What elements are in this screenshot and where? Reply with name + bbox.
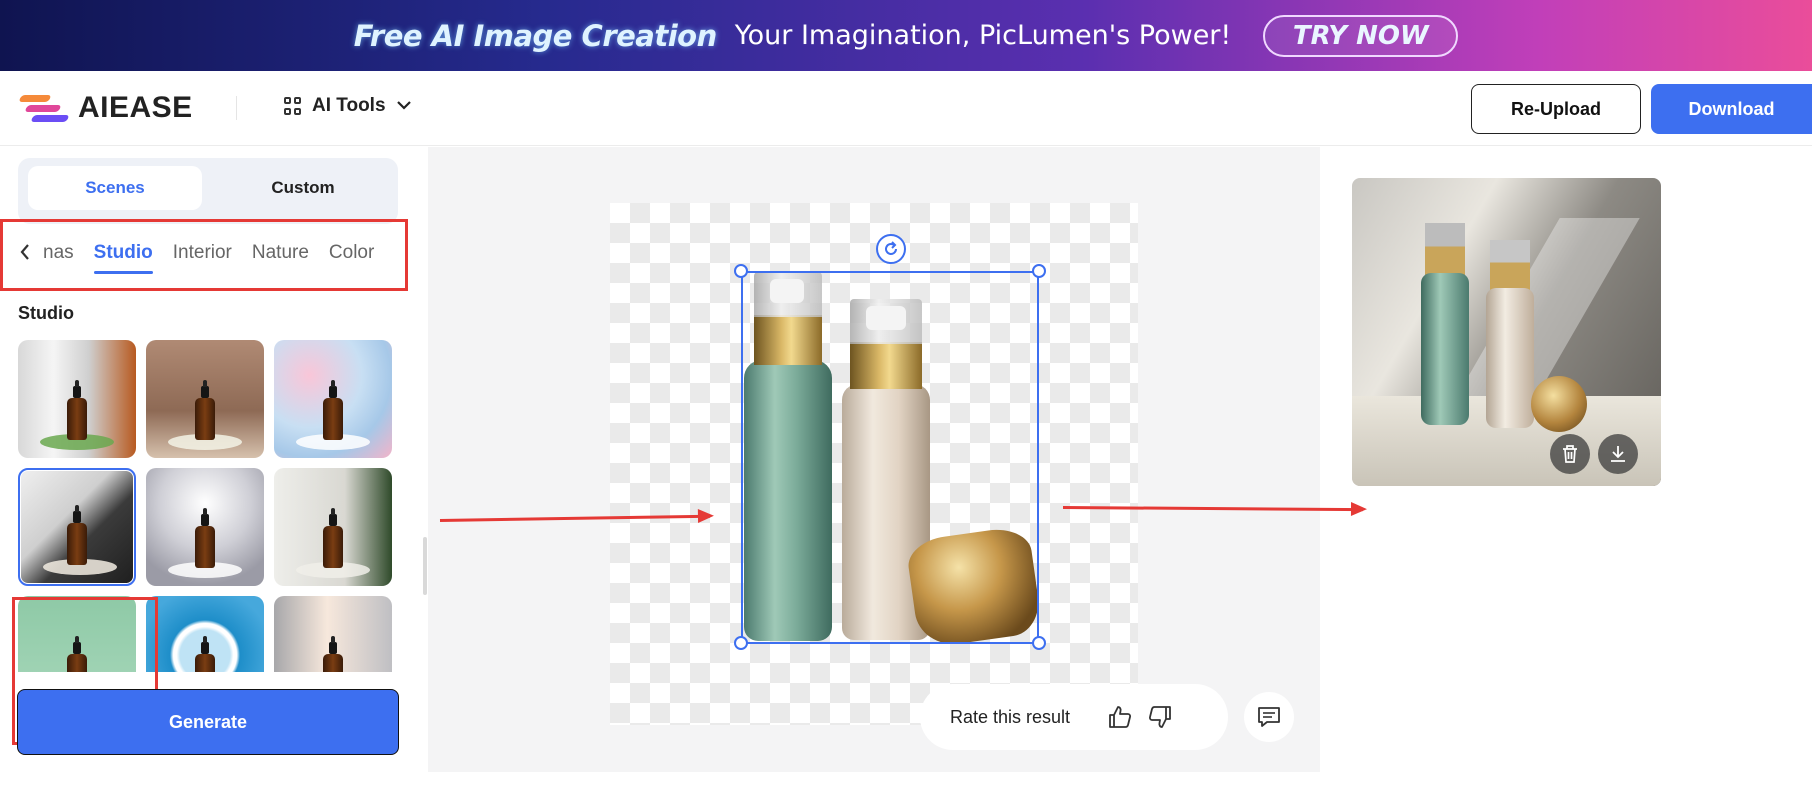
generate-button[interactable]: Generate: [17, 689, 399, 755]
promo-banner[interactable]: Free AI Image Creation Your Imagination,…: [0, 0, 1812, 71]
rotate-icon[interactable]: [876, 234, 906, 264]
category-tab-color[interactable]: Color: [329, 242, 374, 268]
ai-tools-label: AI Tools: [312, 95, 386, 116]
result-green-bottle: [1421, 273, 1469, 425]
chevron-down-icon: [396, 97, 412, 115]
logo-mark-icon: [18, 92, 70, 124]
mode-switch: Scenes Custom: [18, 158, 398, 224]
dropper-bottle: [323, 380, 343, 440]
thumb-window-leaves[interactable]: [18, 340, 136, 458]
category-tab-nature[interactable]: Nature: [252, 242, 309, 268]
tab-scenes[interactable]: Scenes: [28, 166, 202, 210]
ai-tools-menu[interactable]: AI Tools: [284, 95, 412, 117]
dropper-bottle: [67, 505, 87, 565]
rate-result-bar: Rate this result: [920, 684, 1228, 750]
download-icon[interactable]: [1598, 434, 1638, 474]
tab-custom[interactable]: Custom: [216, 166, 390, 210]
thumb-palm-leaf[interactable]: [274, 468, 392, 586]
resize-handle-top-left[interactable]: [734, 264, 748, 278]
thumb-white-flowers[interactable]: [146, 340, 264, 458]
message-icon[interactable]: [1244, 692, 1294, 742]
top-header: AIEASE AI Tools Re-Upload Download: [0, 71, 1812, 146]
scrollbar[interactable]: [423, 537, 427, 595]
dropper-bottle: [195, 636, 215, 672]
header-divider: [236, 96, 237, 120]
try-now-button[interactable]: TRY NOW: [1263, 14, 1459, 57]
resize-handle-top-right[interactable]: [1032, 264, 1046, 278]
rate-label: Rate this result: [950, 706, 1071, 727]
logo-text: AIEASE: [78, 91, 193, 124]
result-cream-bottle: [1486, 288, 1534, 428]
selection-frame[interactable]: [741, 271, 1039, 644]
thumbs-up-icon[interactable]: [1106, 703, 1134, 731]
result-cream-bottle-top: [1490, 240, 1530, 290]
category-tab-interior[interactable]: Interior: [173, 242, 232, 268]
logo[interactable]: AIEASE: [18, 91, 193, 125]
result-image[interactable]: [1352, 178, 1661, 486]
scene-sidebar: Scenes Custom nas Studio Interior Nature…: [0, 147, 428, 772]
category-tab-studio[interactable]: Studio: [93, 242, 153, 274]
dropper-bottle: [195, 508, 215, 568]
grid-icon: [284, 97, 302, 115]
result-green-bottle-top: [1425, 223, 1465, 275]
promo-subtitle: Your Imagination, PicLumen's Power!: [734, 20, 1232, 51]
result-gold-cap: [1531, 376, 1587, 432]
promo-title: Free AI Image Creation: [353, 18, 717, 53]
thumb-pastel-bokeh[interactable]: [274, 340, 392, 458]
dropper-bottle: [323, 636, 343, 672]
dropper-bottle: [323, 508, 343, 568]
re-upload-button[interactable]: Re-Upload: [1471, 84, 1641, 134]
section-title: Studio: [18, 303, 74, 323]
dropper-bottle: [195, 380, 215, 440]
thumb-silver-bokeh[interactable]: [146, 468, 264, 586]
resize-handle-bottom-left[interactable]: [734, 636, 748, 650]
resize-handle-bottom-right[interactable]: [1032, 636, 1046, 650]
thumbs-down-icon[interactable]: [1146, 703, 1174, 731]
category-tab-partial[interactable]: nas: [43, 242, 74, 268]
download-button[interactable]: Download: [1651, 84, 1812, 134]
trash-icon[interactable]: [1550, 434, 1590, 474]
thumb-blue-ring[interactable]: [146, 596, 264, 672]
chevron-left-icon[interactable]: [19, 243, 41, 267]
thumb-dark-pedestal[interactable]: [18, 468, 136, 586]
category-tabs: nas Studio Interior Nature Color: [0, 219, 408, 291]
editor-canvas: Rate this result: [428, 147, 1320, 772]
thumb-soft-light[interactable]: [274, 596, 392, 672]
dropper-bottle: [67, 380, 87, 440]
